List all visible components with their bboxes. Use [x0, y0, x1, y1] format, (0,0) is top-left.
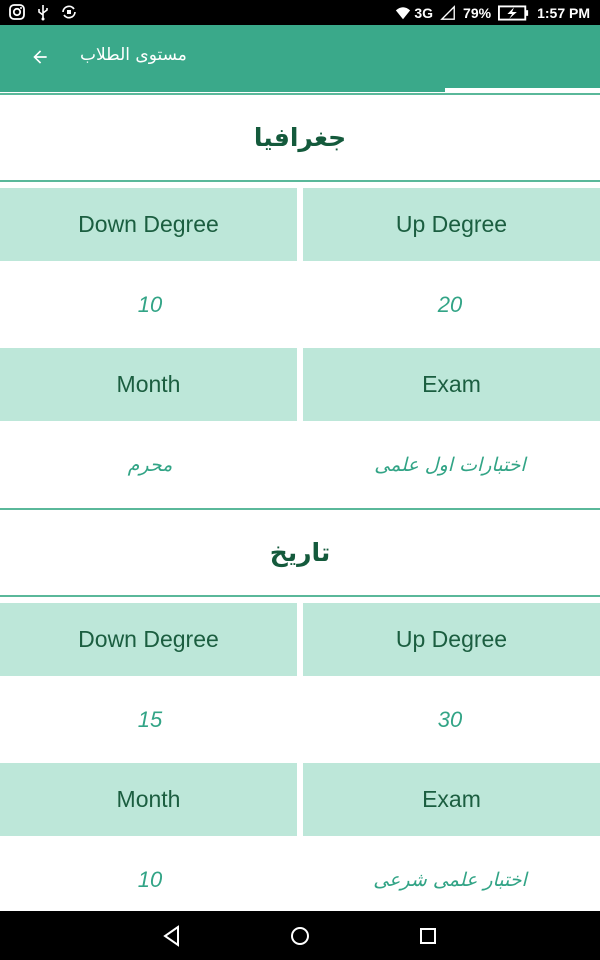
- month-value: محرم: [127, 453, 173, 476]
- degree-value-row: 10 20: [0, 261, 600, 348]
- exam-value-row: 10 اختبار علمى شرعى: [0, 836, 600, 911]
- recents-square-icon[interactable]: [416, 924, 440, 948]
- app-bar: مستوى الطلاب: [0, 25, 600, 88]
- exam-header-row: Month Exam: [0, 348, 600, 421]
- down-degree-value: 10: [137, 291, 163, 317]
- battery-percent: 79%: [463, 4, 492, 21]
- exam-header: Exam: [303, 763, 600, 836]
- up-degree-header: Up Degree: [303, 188, 600, 261]
- subject-title: تاريخ: [269, 538, 331, 567]
- battery-charging-icon: [498, 4, 529, 21]
- degree-value-row: 15 30: [0, 676, 600, 763]
- page-title: مستوى الطلاب: [80, 45, 187, 65]
- back-triangle-icon[interactable]: [160, 924, 184, 948]
- usb-icon: [38, 5, 48, 21]
- arrow-back-icon: [33, 50, 47, 64]
- exam-value: اختبارات اول علمى: [374, 453, 526, 476]
- month-header: Month: [0, 348, 297, 421]
- sync-icon: [62, 5, 76, 19]
- app-screen: 3G 79% 1:57 PM مستوى الطلاب جغرافيا Down…: [0, 0, 600, 960]
- status-left-icons: [8, 3, 78, 21]
- scroll-indicator: [0, 88, 445, 92]
- degree-header-row: Down Degree Up Degree: [0, 188, 600, 261]
- back-button[interactable]: [26, 43, 54, 71]
- status-time: 1:57 PM: [537, 4, 590, 21]
- subject-title: جغرافيا: [253, 123, 347, 152]
- up-degree-value: 20: [437, 291, 463, 317]
- wifi-icon: [396, 6, 411, 19]
- up-degree-header: Up Degree: [303, 603, 600, 676]
- month-value: 10: [137, 866, 163, 892]
- exam-header-row: Month Exam: [0, 763, 600, 836]
- status-bar: 3G 79% 1:57 PM: [0, 0, 600, 25]
- instagram-icon: [9, 4, 25, 20]
- down-degree-header: Down Degree: [0, 188, 297, 261]
- signal-icon: [440, 4, 455, 20]
- home-circle-icon[interactable]: [288, 924, 312, 948]
- subjects-list[interactable]: جغرافيا Down Degree Up Degree 10 20 Mont…: [0, 93, 600, 911]
- exam-value-row: محرم اختبارات اول علمى: [0, 421, 600, 508]
- exam-value: اختبار علمى شرعى: [373, 868, 527, 891]
- status-right-icons: 3G 79% 1:57 PM: [395, 0, 590, 25]
- up-degree-value: 30: [437, 706, 463, 732]
- navigation-bar: [0, 911, 600, 960]
- degree-header-row: Down Degree Up Degree: [0, 603, 600, 676]
- exam-header: Exam: [303, 348, 600, 421]
- down-degree-header: Down Degree: [0, 603, 297, 676]
- down-degree-value: 15: [137, 706, 163, 732]
- month-header: Month: [0, 763, 297, 836]
- network-type: 3G: [414, 4, 434, 21]
